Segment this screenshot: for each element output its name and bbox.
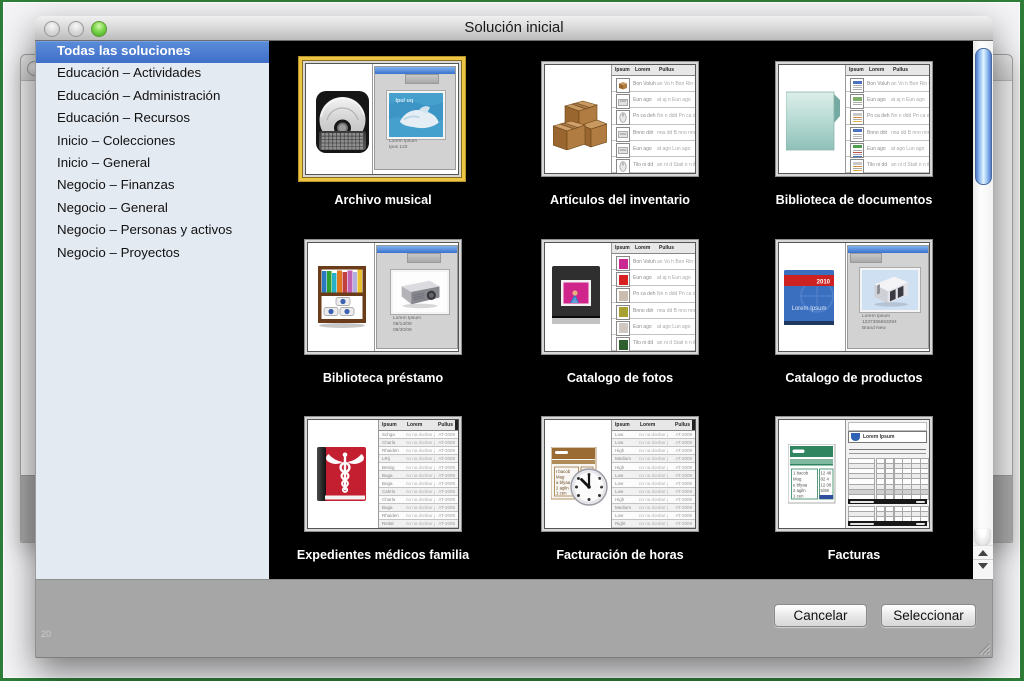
svg-text:82 4: 82 4 bbox=[821, 477, 830, 482]
svg-text:e bfyaa: e bfyaa bbox=[793, 483, 808, 488]
svg-text:12 48: 12 48 bbox=[821, 471, 832, 476]
svg-text:2 agiln: 2 agiln bbox=[793, 488, 806, 493]
svg-text:5/98: 5/98 bbox=[821, 488, 830, 493]
svg-text:I bacob: I bacob bbox=[556, 469, 571, 474]
svg-text:1 bacob: 1 bacob bbox=[793, 471, 809, 476]
svg-text:12 08: 12 08 bbox=[821, 483, 832, 488]
svg-text:1 cen: 1 cen bbox=[556, 491, 567, 496]
svg-text:a bfyaa: a bfyaa bbox=[556, 480, 571, 485]
svg-text:1 cen: 1 cen bbox=[793, 494, 804, 499]
svg-text:2010: 2010 bbox=[817, 280, 831, 286]
svg-text:Mag: Mag bbox=[556, 475, 565, 480]
svg-text:Ipul uq: Ipul uq bbox=[395, 98, 413, 104]
svg-text:Mog: Mog bbox=[793, 477, 802, 482]
svg-text:Lorem Ipsum: Lorem Ipsum bbox=[791, 306, 826, 312]
